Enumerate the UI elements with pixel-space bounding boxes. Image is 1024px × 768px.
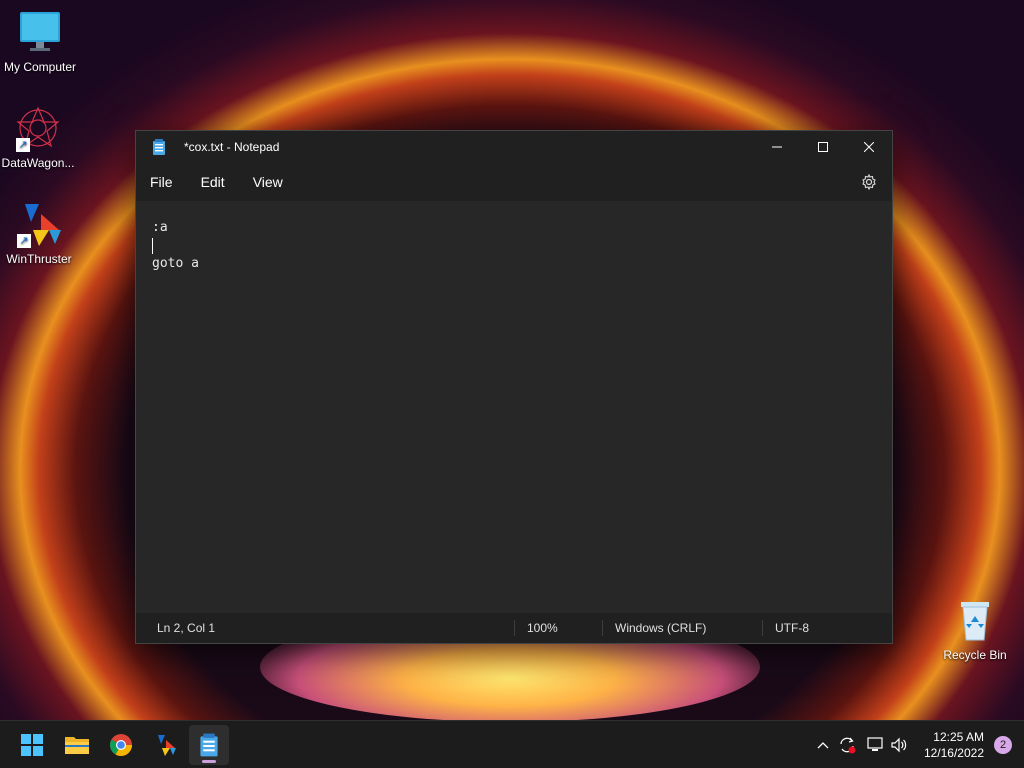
desktop-icon-my-computer[interactable]: My Computer xyxy=(0,8,80,74)
desktop-icon-label: DataWagon... xyxy=(1,156,75,170)
sync-icon xyxy=(840,737,856,754)
notification-badge[interactable]: 2 xyxy=(994,736,1012,754)
speaker-icon xyxy=(891,737,907,753)
system-clock[interactable]: 12:25 AM 12/16/2022 xyxy=(924,729,984,761)
close-button[interactable] xyxy=(846,131,892,163)
taskbar-chrome[interactable] xyxy=(101,725,141,765)
taskbar: 12:25 AM 12/16/2022 2 xyxy=(0,720,1024,768)
close-icon xyxy=(864,142,874,152)
chrome-icon xyxy=(110,734,132,756)
editor-line: :a xyxy=(152,220,168,235)
taskbar-file-explorer[interactable] xyxy=(57,725,97,765)
settings-button[interactable] xyxy=(846,174,892,190)
menu-view[interactable]: View xyxy=(239,167,297,197)
desktop-icon-recycle-bin[interactable]: Recycle Bin xyxy=(935,596,1015,662)
desktop-icon-winthruster[interactable]: ↗ WinThruster xyxy=(0,200,79,266)
folder-icon xyxy=(65,737,89,754)
network-icon xyxy=(867,737,883,751)
text-caret xyxy=(152,237,153,254)
network-button[interactable] xyxy=(864,721,886,768)
gear-icon xyxy=(862,174,876,190)
winthruster-icon: ↗ xyxy=(15,200,63,248)
taskbar-notepad[interactable] xyxy=(189,725,229,765)
volume-button[interactable] xyxy=(888,721,910,768)
desktop-icon-datawagon[interactable]: ↗ DataWagon... xyxy=(0,104,78,170)
minimize-button[interactable] xyxy=(754,131,800,163)
sync-status-button[interactable] xyxy=(836,721,858,768)
winthruster-icon xyxy=(158,735,176,756)
start-button[interactable] xyxy=(12,725,52,765)
notepad-icon xyxy=(200,733,218,757)
shortcut-arrow-icon: ↗ xyxy=(17,234,31,248)
active-app-indicator xyxy=(202,760,216,763)
status-line-ending: Windows (CRLF) xyxy=(602,620,762,636)
desktop-icon-label: My Computer xyxy=(3,60,77,74)
maximize-icon xyxy=(818,142,828,152)
notepad-window: *cox.txt - Notepad File Edit View :a got… xyxy=(135,130,893,644)
status-bar: Ln 2, Col 1 100% Windows (CRLF) UTF-8 xyxy=(136,613,892,643)
menu-bar: File Edit View xyxy=(136,163,892,201)
desktop-icon-label: Recycle Bin xyxy=(943,648,1007,662)
status-encoding: UTF-8 xyxy=(762,620,821,636)
title-bar[interactable]: *cox.txt - Notepad xyxy=(136,131,892,163)
menu-edit[interactable]: Edit xyxy=(187,167,239,197)
clock-date: 12/16/2022 xyxy=(923,746,984,760)
windows-logo-icon xyxy=(21,734,43,756)
menu-file[interactable]: File xyxy=(136,167,187,197)
status-position: Ln 2, Col 1 xyxy=(157,621,216,635)
notepad-icon xyxy=(136,139,182,155)
taskbar-winthruster[interactable] xyxy=(145,725,185,765)
shortcut-arrow-icon: ↗ xyxy=(16,138,30,152)
editor-line-cursor xyxy=(152,237,876,255)
editor-line: goto a xyxy=(152,256,199,271)
maximize-button[interactable] xyxy=(800,131,846,163)
status-zoom: 100% xyxy=(514,620,602,636)
clock-time: 12:25 AM xyxy=(933,730,984,744)
minimize-icon xyxy=(772,146,782,148)
window-title: *cox.txt - Notepad xyxy=(184,140,280,154)
datawagon-icon: ↗ xyxy=(14,104,62,152)
show-hidden-icons-button[interactable] xyxy=(814,721,832,768)
recycle-bin-icon xyxy=(951,596,999,644)
chevron-up-icon xyxy=(817,742,829,749)
desktop-icon-label: WinThruster xyxy=(6,252,72,266)
text-editor[interactable]: :a goto a xyxy=(136,201,892,613)
monitor-icon xyxy=(16,8,64,56)
